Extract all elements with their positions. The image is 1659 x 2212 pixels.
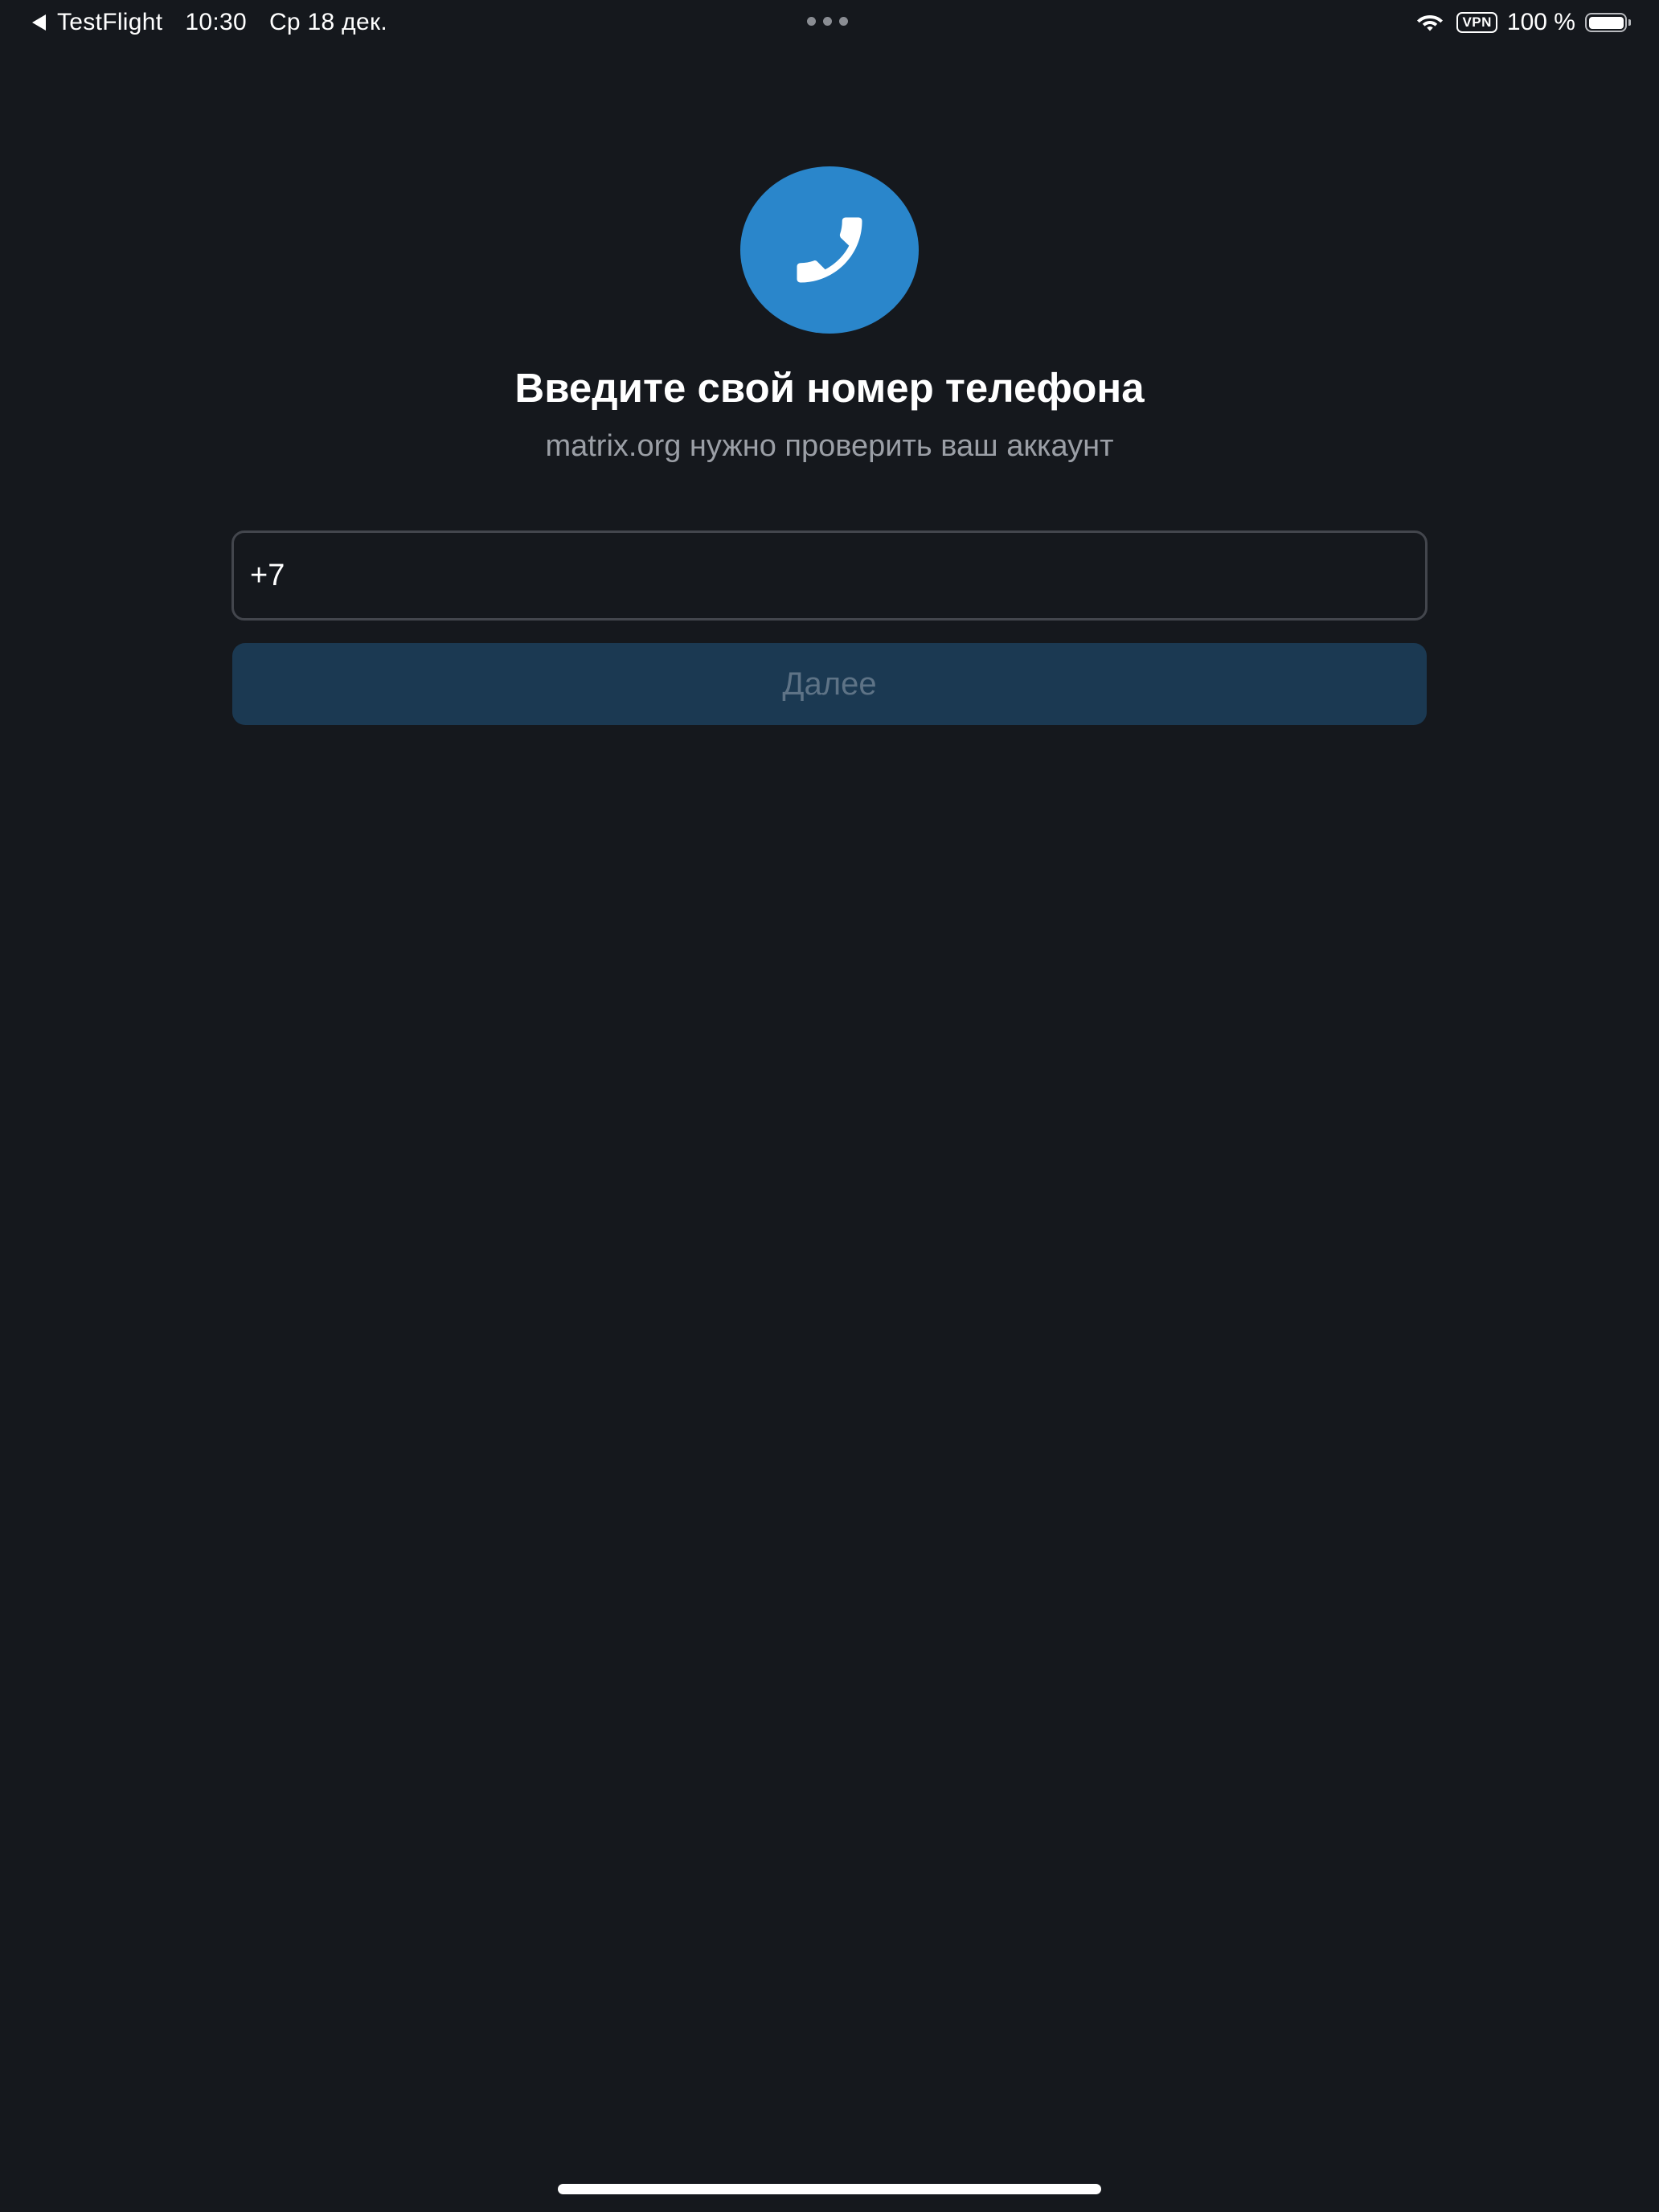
page-title: Введите свой номер телефона: [514, 365, 1145, 411]
vpn-badge: VPN: [1456, 12, 1497, 33]
back-app-label[interactable]: TestFlight: [57, 9, 162, 36]
status-right: VPN 100 %: [1416, 6, 1631, 39]
multitasking-dots-icon[interactable]: [807, 17, 848, 26]
status-bar: TestFlight 10:30 Ср 18 дек. VPN 100 %: [0, 0, 1659, 45]
page-subtitle: matrix.org нужно проверить ваш аккаунт: [545, 429, 1114, 463]
battery-percentage: 100 %: [1506, 9, 1575, 35]
phone-number-input[interactable]: [231, 530, 1428, 621]
home-indicator[interactable]: [558, 2184, 1101, 2194]
back-arrow-icon[interactable]: [32, 14, 46, 31]
phone-icon: [797, 217, 862, 283]
status-time: 10:30: [185, 9, 247, 35]
status-date: Ср 18 дек.: [268, 9, 388, 35]
status-left[interactable]: TestFlight 10:30 Ср 18 дек.: [32, 6, 387, 39]
next-button[interactable]: Далее: [232, 643, 1427, 725]
phone-avatar: [740, 166, 919, 334]
battery-icon: [1585, 13, 1631, 32]
wifi-icon: [1417, 15, 1444, 31]
